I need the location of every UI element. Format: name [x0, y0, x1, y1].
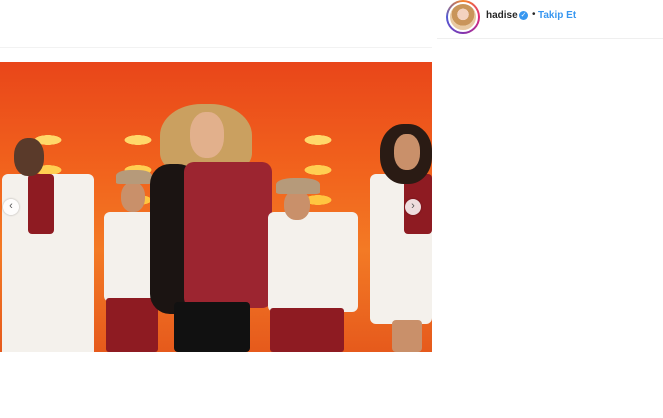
dancer-right-face — [394, 134, 420, 170]
dancer-right-legs — [392, 320, 422, 352]
dancer-hat-right-head — [284, 190, 310, 220]
verified-badge-icon: ✓ — [519, 11, 528, 20]
dancer-hat-left-hat — [116, 170, 152, 184]
avatar-photo — [448, 2, 478, 32]
singer-face — [190, 112, 224, 158]
dancer-hat-left-head — [121, 182, 145, 212]
avatar[interactable] — [446, 0, 480, 34]
divider — [0, 47, 432, 48]
carousel-next-button[interactable]: › — [405, 199, 421, 215]
post-photo[interactable] — [0, 62, 432, 352]
follow-button[interactable]: Takip Et — [538, 10, 576, 21]
carousel-prev-button[interactable]: ‹ — [3, 199, 19, 215]
singer-legs — [174, 302, 250, 352]
dancer-hat-right — [268, 212, 358, 312]
dancer-hat-right-hat — [276, 178, 320, 194]
username-link[interactable]: hadise — [486, 10, 518, 21]
dancer-left-head — [14, 138, 44, 176]
dancer-hat-left-pants — [106, 298, 158, 352]
dancer-hat-right-pants — [270, 308, 344, 352]
singer-dress — [184, 162, 272, 308]
dancer-left-top — [28, 174, 54, 234]
separator-dot: • — [532, 9, 536, 20]
